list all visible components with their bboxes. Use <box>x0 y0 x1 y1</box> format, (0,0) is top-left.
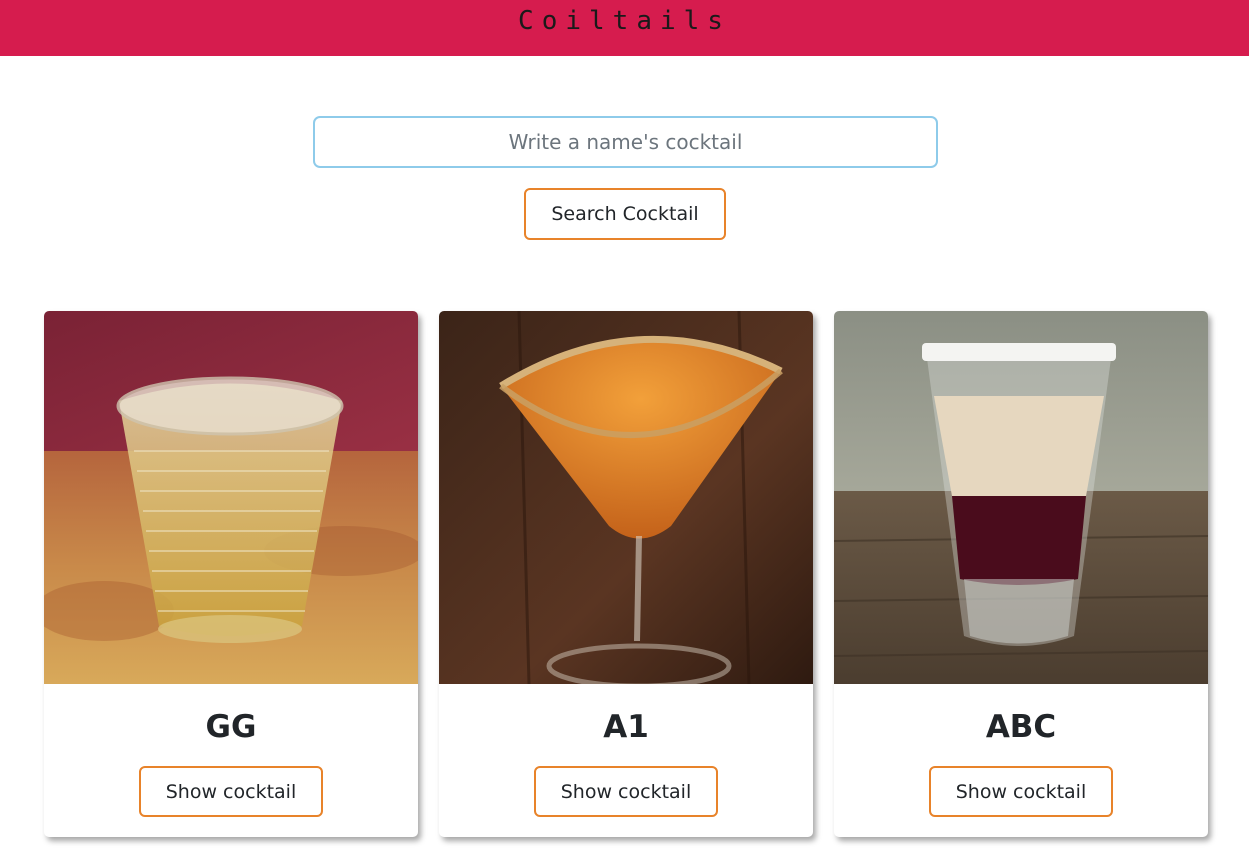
cocktail-card: GG Show cocktail <box>44 311 418 837</box>
show-cocktail-button[interactable]: Show cocktail <box>139 766 323 817</box>
show-cocktail-button[interactable]: Show cocktail <box>929 766 1113 817</box>
cocktail-name: A1 <box>603 709 649 745</box>
app-title: Coiltails <box>518 6 731 36</box>
tumbler-glass-image <box>44 311 418 684</box>
cocktail-name: GG <box>205 709 257 745</box>
martini-glass-image <box>439 311 813 684</box>
show-cocktail-button[interactable]: Show cocktail <box>534 766 718 817</box>
search-cocktail-button[interactable]: Search Cocktail <box>524 188 726 240</box>
cocktail-search-input[interactable] <box>313 116 938 168</box>
cocktail-card: ABC Show cocktail <box>834 311 1208 837</box>
shot-glass-image <box>834 311 1208 684</box>
cocktail-name: ABC <box>985 709 1057 745</box>
app-header: Coiltails <box>0 0 1249 56</box>
cocktail-card: A1 Show cocktail <box>439 311 813 837</box>
